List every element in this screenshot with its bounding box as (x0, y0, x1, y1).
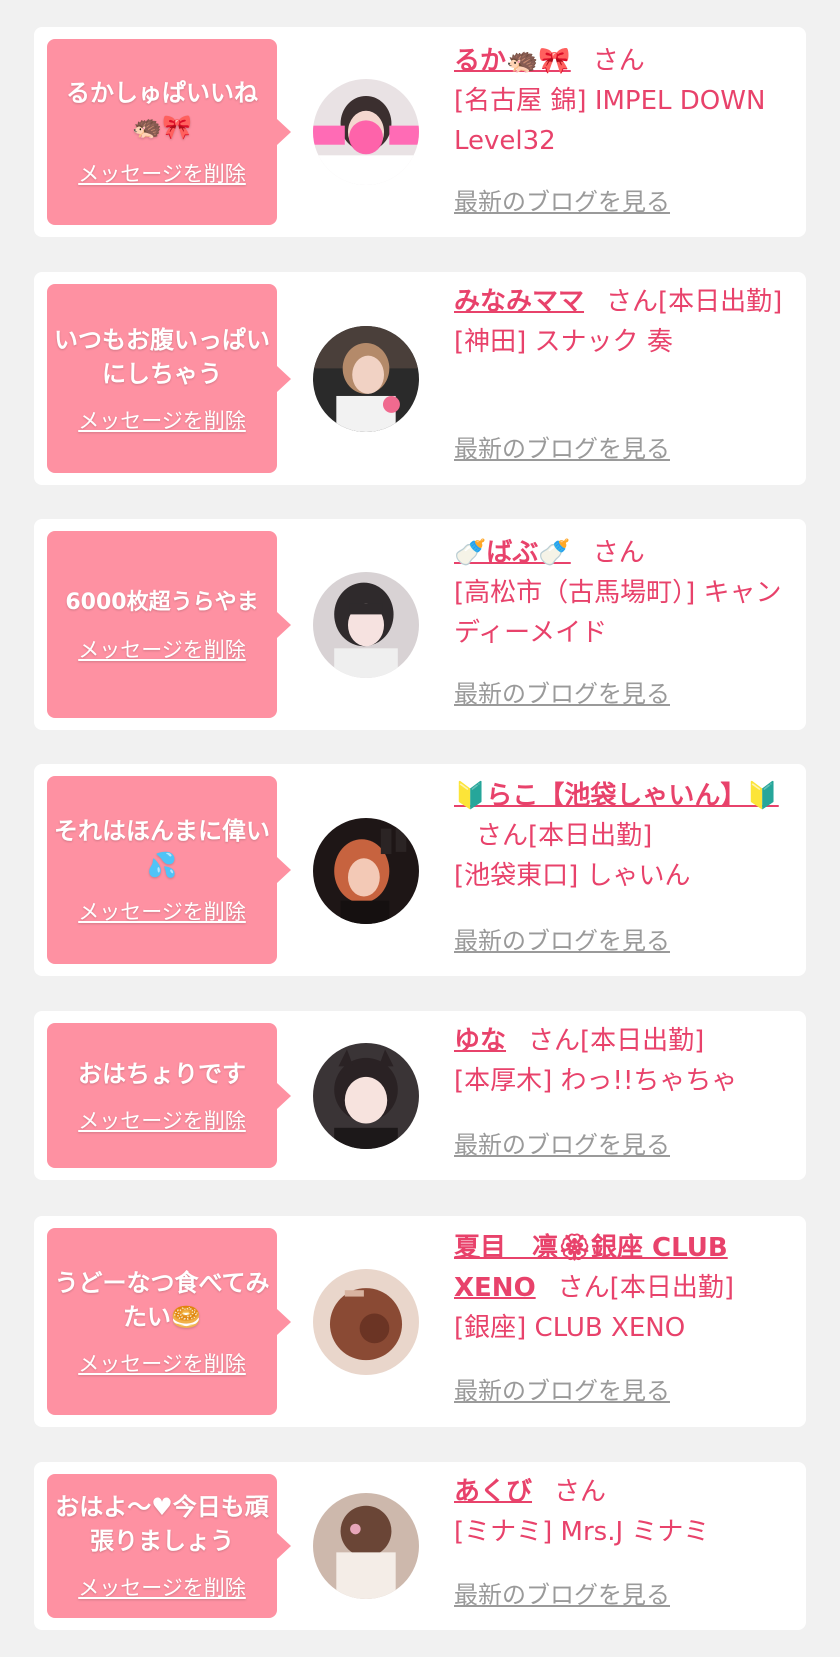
sender-name-link[interactable]: 🔰らこ【池袋しゃいん】🔰 (454, 781, 779, 811)
honorific-status: さん (592, 538, 645, 568)
shop-info: [高松市（古馬場町）] キャンディーメイド (454, 578, 782, 648)
sender-name-link[interactable]: あくび (454, 1477, 532, 1507)
message-text: うどーなつ食べてみたい🥯 (54, 1268, 270, 1331)
shop-info: [本厚木] わっ!!ちゃちゃ (454, 1066, 738, 1096)
latest-blog-link[interactable]: 最新のブログを見る (454, 429, 670, 464)
delete-message-link[interactable]: メッセージを削除 (78, 158, 246, 188)
avatar[interactable] (313, 1269, 419, 1375)
avatar[interactable] (313, 818, 419, 924)
delete-message-link[interactable]: メッセージを削除 (78, 634, 246, 664)
latest-blog-link[interactable]: 最新のブログを見る (454, 921, 670, 956)
message-bubble: それはほんまに偉い💦 メッセージを削除 (47, 776, 291, 964)
message-text: それはほんまに偉い💦 (54, 817, 270, 879)
avatar-photo (313, 1043, 419, 1149)
delete-message-link[interactable]: メッセージを削除 (78, 896, 246, 926)
sender-info: 夏目 凛🏵銀座 CLUB XENO さん[本日出勤] [銀座] CLUB XENO (454, 1228, 790, 1348)
honorific-status: さん[本日出勤] (557, 1273, 734, 1303)
avatar-photo (313, 1493, 419, 1599)
message-bubble: 6000枚超うらやま メッセージを削除 (47, 531, 291, 718)
avatar[interactable] (313, 326, 419, 432)
message-text: おはよ〜♥今日も頑張りましょう (55, 1493, 269, 1555)
sender-info: みなみママ さん[本日出勤] [神田] スナック 奏 (454, 282, 790, 362)
avatar[interactable] (313, 1493, 419, 1599)
sender-name-link[interactable]: 🍼ばぶ🍼 (454, 538, 571, 568)
sender-name-link[interactable]: ゆな (454, 1026, 506, 1056)
message-text: おはちょりです (78, 1059, 246, 1088)
honorific-status: さん[本日出勤] (606, 287, 783, 317)
message-list: るかしゅぱいいね🦔🎀 メッセージを削除 るか🦔🎀 さん [名古屋 錦] IMPEL… (0, 0, 840, 1657)
message-card: おはちょりです メッセージを削除 ゆな さん[本日出勤] [本厚木] わっ!!ちゃ… (34, 1011, 806, 1180)
message-bubble: るかしゅぱいいね🦔🎀 メッセージを削除 (47, 39, 291, 225)
message-card: るかしゅぱいいね🦔🎀 メッセージを削除 るか🦔🎀 さん [名古屋 錦] IMPEL… (34, 27, 806, 237)
sender-info: 🍼ばぶ🍼 さん [高松市（古馬場町）] キャンディーメイド (454, 533, 790, 653)
message-card: うどーなつ食べてみたい🥯 メッセージを削除 夏目 凛🏵銀座 CLUB XENO さ… (34, 1216, 806, 1427)
honorific-status: さん[本日出勤] (528, 1026, 705, 1056)
avatar-photo (313, 326, 419, 432)
sender-info: 🔰らこ【池袋しゃいん】🔰 さん[本日出勤] [池袋東口] しゃいん (454, 776, 790, 896)
shop-info: [名古屋 錦] IMPEL DOWN Level32 (454, 86, 766, 156)
latest-blog-link[interactable]: 最新のブログを見る (454, 182, 670, 217)
sender-name-link[interactable]: るか🦔🎀 (454, 46, 571, 76)
message-bubble: うどーなつ食べてみたい🥯 メッセージを削除 (47, 1228, 291, 1415)
latest-blog-link[interactable]: 最新のブログを見る (454, 1125, 670, 1160)
message-text: いつもお腹いっぱいにしちゃう (54, 325, 270, 388)
message-card: それはほんまに偉い💦 メッセージを削除 🔰らこ【池袋しゃいん】🔰 さん[本日出勤]… (34, 764, 806, 976)
latest-blog-link[interactable]: 最新のブログを見る (454, 1371, 670, 1406)
message-text: るかしゅぱいいね🦔🎀 (66, 79, 258, 141)
delete-message-link[interactable]: メッセージを削除 (78, 405, 246, 435)
avatar[interactable] (313, 1043, 419, 1149)
delete-message-link[interactable]: メッセージを削除 (78, 1348, 246, 1378)
shop-info: [神田] スナック 奏 (454, 327, 673, 357)
avatar-photo (313, 818, 419, 924)
sender-info: るか🦔🎀 さん [名古屋 錦] IMPEL DOWN Level32 (454, 41, 790, 161)
message-bubble: おはちょりです メッセージを削除 (47, 1023, 291, 1168)
avatar-photo (313, 79, 419, 185)
message-bubble: おはよ〜♥今日も頑張りましょう メッセージを削除 (47, 1474, 291, 1618)
delete-message-link[interactable]: メッセージを削除 (78, 1572, 246, 1602)
message-card: おはよ〜♥今日も頑張りましょう メッセージを削除 あくび さん [ミナミ] Mrs… (34, 1462, 806, 1630)
delete-message-link[interactable]: メッセージを削除 (78, 1105, 246, 1135)
message-card: 6000枚超うらやま メッセージを削除 🍼ばぶ🍼 さん [高松市（古馬場町）] キ… (34, 519, 806, 730)
sender-info: あくび さん [ミナミ] Mrs.J ミナミ (454, 1472, 790, 1552)
shop-info: [銀座] CLUB XENO (454, 1313, 686, 1343)
sender-info: ゆな さん[本日出勤] [本厚木] わっ!!ちゃちゃ (454, 1021, 790, 1101)
avatar-photo (313, 572, 419, 678)
honorific-status: さん[本日出勤] (476, 821, 653, 851)
avatar[interactable] (313, 572, 419, 678)
latest-blog-link[interactable]: 最新のブログを見る (454, 674, 670, 709)
honorific-status: さん (592, 46, 645, 76)
shop-info: [ミナミ] Mrs.J ミナミ (454, 1517, 710, 1547)
avatar-photo (313, 1269, 419, 1375)
avatar[interactable] (313, 79, 419, 185)
sender-name-link[interactable]: みなみママ (454, 287, 584, 317)
message-bubble: いつもお腹いっぱいにしちゃう メッセージを削除 (47, 284, 291, 473)
honorific-status: さん (554, 1477, 607, 1507)
message-card: いつもお腹いっぱいにしちゃう メッセージを削除 みなみママ さん[本日出勤] [神… (34, 272, 806, 485)
latest-blog-link[interactable]: 最新のブログを見る (454, 1575, 670, 1610)
message-text: 6000枚超うらやま (65, 589, 259, 615)
shop-info: [池袋東口] しゃいん (454, 861, 691, 891)
